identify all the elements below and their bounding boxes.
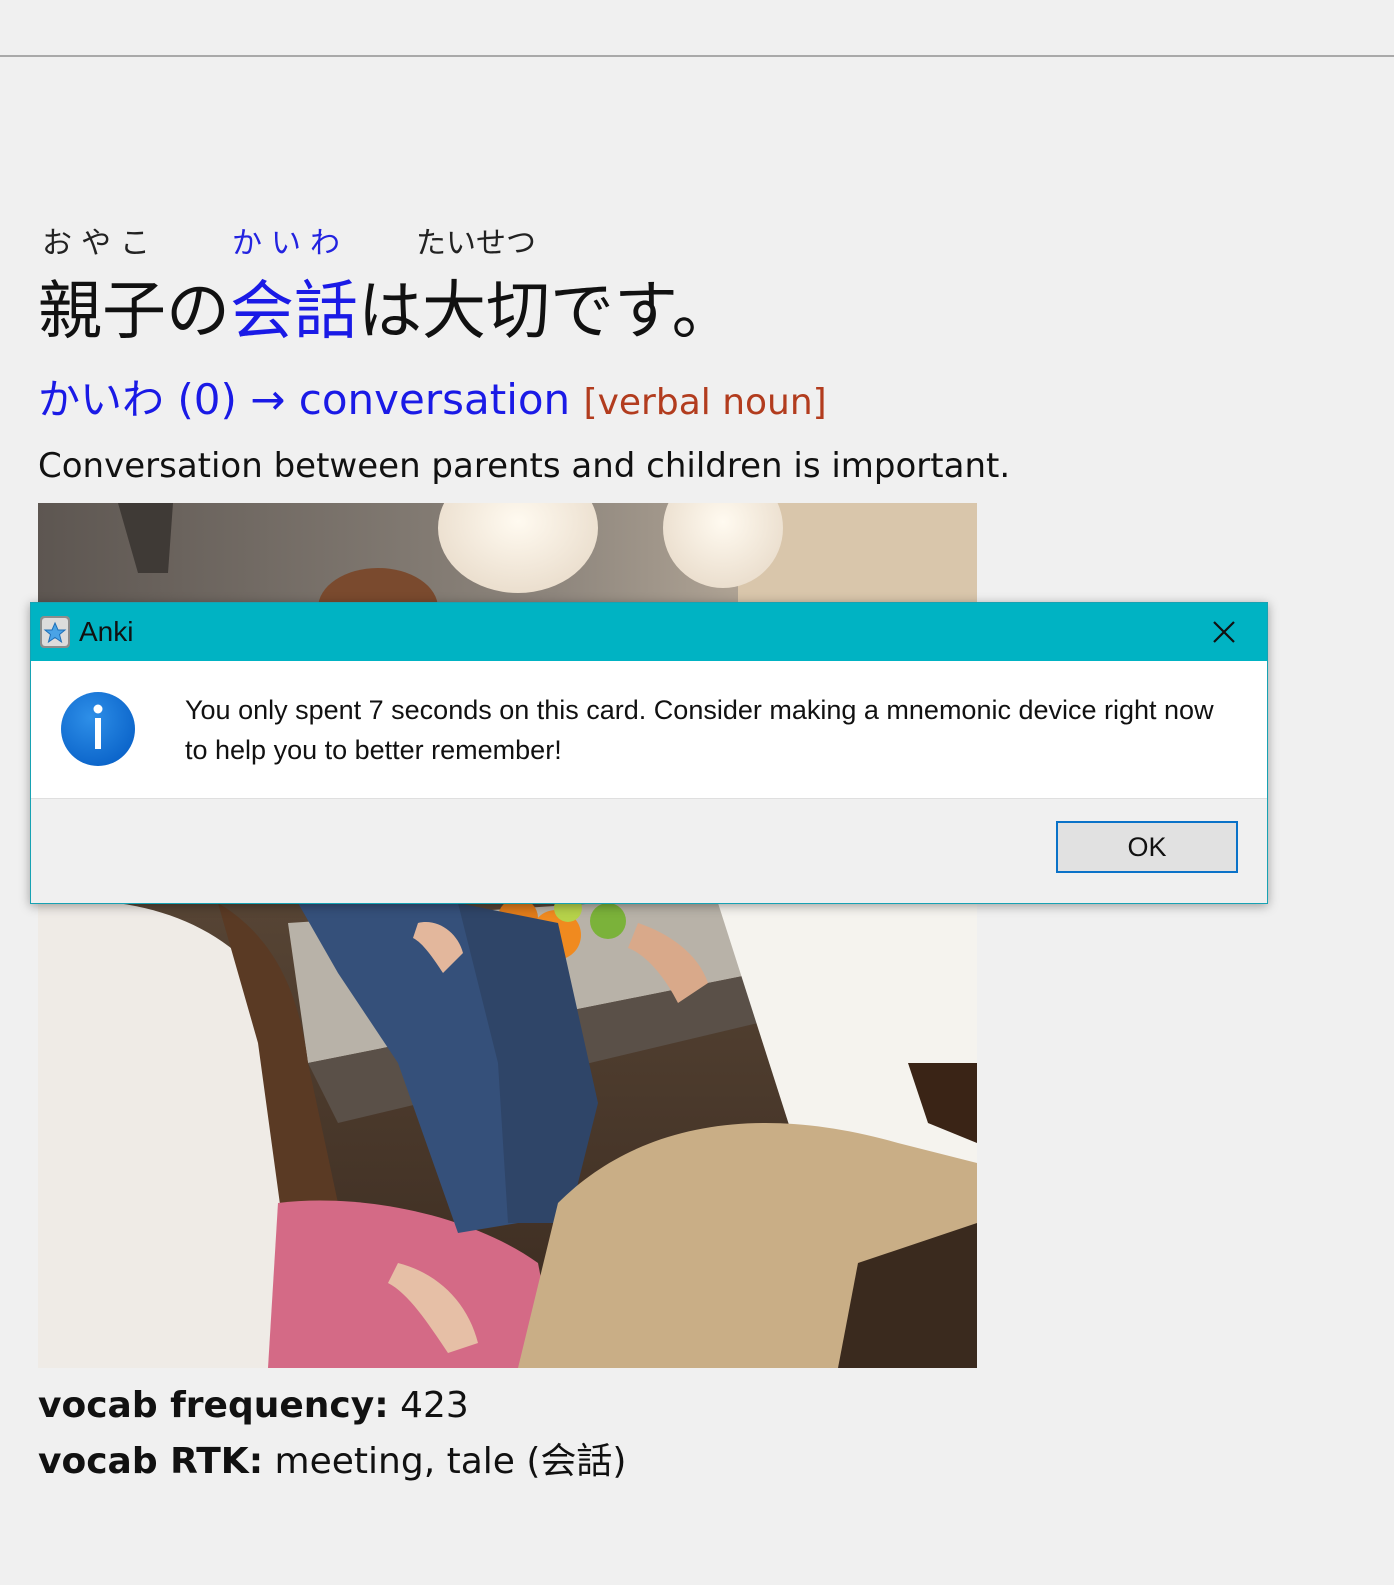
definition-main: かいわ (0) → conversation — [38, 375, 571, 424]
sentence-suffix: は大切です。 — [358, 275, 736, 349]
furigana-oyako: おやこ — [42, 226, 159, 261]
vocab-frequency-value: 423 — [400, 1385, 469, 1426]
sentence-translation: Conversation between parents and childre… — [38, 446, 1011, 486]
vocab-rtk-label: vocab RTK: — [38, 1441, 264, 1482]
furigana-kaiwa: かいわ — [232, 226, 349, 261]
ok-button[interactable]: OK — [1056, 821, 1238, 873]
vocab-frequency: vocab frequency: 423 — [38, 1380, 469, 1432]
dialog-title: Anki — [79, 616, 134, 647]
anki-message-dialog: Anki You only spent 7 seconds on this ca… — [30, 602, 1268, 904]
top-divider — [0, 55, 1394, 57]
dialog-message-area: You only spent 7 seconds on this card. C… — [31, 661, 1267, 799]
dialog-message: You only spent 7 seconds on this card. C… — [185, 695, 1214, 765]
vocab-frequency-label: vocab frequency: — [38, 1385, 389, 1426]
vocab-rtk-value: meeting, tale (会話) — [274, 1441, 627, 1482]
part-of-speech: [verbal noun] — [583, 382, 827, 423]
word-definition: かいわ (0) → conversation [verbal noun] — [38, 368, 827, 435]
anki-star-icon — [39, 615, 71, 649]
dialog-close-button[interactable] — [1181, 603, 1267, 661]
close-icon — [1213, 621, 1235, 643]
vocab-rtk: vocab RTK: meeting, tale (会話) — [38, 1436, 626, 1488]
japanese-sentence: 親子の会話は大切です。 — [38, 270, 736, 354]
sentence-prefix: 親子の — [38, 275, 230, 349]
sentence-target-word: 会話 — [230, 275, 358, 349]
furigana-taisetsu: たいせつ — [416, 226, 536, 261]
info-icon — [60, 691, 136, 767]
dialog-titlebar[interactable]: Anki — [31, 603, 1267, 661]
